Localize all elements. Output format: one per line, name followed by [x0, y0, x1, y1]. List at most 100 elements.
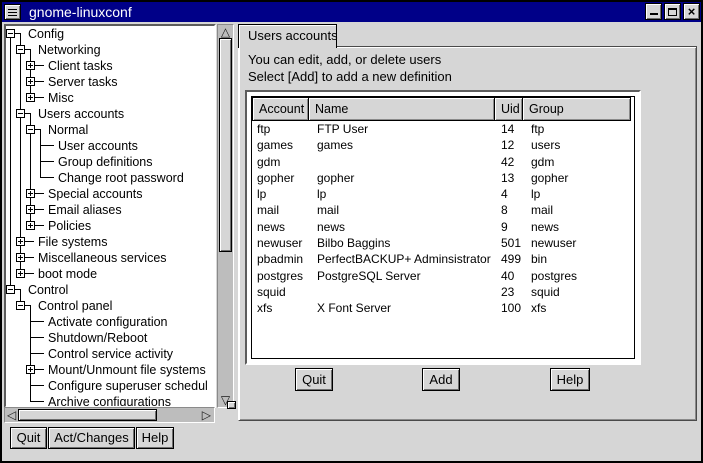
- panel-quit-button[interactable]: Quit: [295, 368, 333, 391]
- tree-item[interactable]: Miscellaneous services: [6, 250, 214, 266]
- tree-item[interactable]: Control: [6, 282, 214, 298]
- main-help-button[interactable]: Help: [136, 427, 174, 449]
- tree-item[interactable]: Shutdown/Reboot: [6, 330, 214, 346]
- table-row[interactable]: squid23squid: [252, 284, 634, 300]
- expander-plus-bar: [20, 271, 21, 276]
- scroll-up-icon[interactable]: △: [218, 26, 233, 38]
- tree-item[interactable]: Control panel: [6, 298, 214, 314]
- tree-collapse-icon[interactable]: [6, 285, 15, 294]
- tree-item[interactable]: Networking: [6, 42, 214, 58]
- tree-collapse-icon[interactable]: [16, 45, 25, 54]
- tree-expand-icon[interactable]: [26, 77, 35, 86]
- table-cell: [309, 284, 496, 300]
- table-row[interactable]: ftpFTP User14ftp: [252, 121, 634, 137]
- horizontal-scrollbar-thumb[interactable]: [18, 409, 157, 421]
- tree-expand-icon[interactable]: [26, 189, 35, 198]
- tree-collapse-icon[interactable]: [16, 301, 25, 310]
- tree-item[interactable]: Mount/Unmount file systems: [6, 362, 214, 378]
- window-menu-button[interactable]: [4, 4, 21, 20]
- tree-horizontal-scrollbar[interactable]: ◁ ▷: [4, 407, 215, 423]
- tree-item[interactable]: Configure superuser schedul: [6, 378, 214, 394]
- tree-item[interactable]: User accounts: [6, 138, 214, 154]
- tree-expand-icon[interactable]: [26, 365, 35, 374]
- tree-expand-icon[interactable]: [16, 269, 25, 278]
- minimize-button[interactable]: [645, 3, 662, 20]
- table-cell: 9: [496, 219, 525, 235]
- tree-connector-line: [20, 122, 21, 138]
- tree-item[interactable]: File systems: [6, 234, 214, 250]
- column-header-name[interactable]: Name: [308, 97, 495, 121]
- panel-add-button[interactable]: Add: [422, 368, 460, 391]
- tree-item[interactable]: Normal: [6, 122, 214, 138]
- tree-expand-icon[interactable]: [26, 205, 35, 214]
- tree-item[interactable]: Users accounts: [6, 106, 214, 122]
- column-header-group[interactable]: Group: [522, 97, 631, 121]
- tree: ConfigNetworkingClient tasksServer tasks…: [6, 26, 214, 406]
- tree-item[interactable]: Email aliases: [6, 202, 214, 218]
- tree-connector-line: [30, 322, 31, 330]
- paned-handle[interactable]: [227, 401, 236, 409]
- column-header-account[interactable]: Account: [252, 97, 309, 121]
- tree-expand-icon[interactable]: [16, 237, 25, 246]
- tree-collapse-icon[interactable]: [6, 29, 15, 38]
- tree-item[interactable]: Archive configurations: [6, 394, 214, 406]
- tree-expand-icon[interactable]: [26, 221, 35, 230]
- table-row[interactable]: pbadminPerfectBACKUP+ Adminsistrator499b…: [252, 251, 634, 267]
- tree-collapse-icon[interactable]: [26, 125, 35, 134]
- table-row[interactable]: gdm42gdm: [252, 154, 634, 170]
- tree-expand-icon[interactable]: [16, 253, 25, 262]
- close-icon: ×: [684, 4, 699, 19]
- tree-item[interactable]: Control service activity: [6, 346, 214, 362]
- tree-vertical-scrollbar[interactable]: △ ▽: [217, 24, 234, 408]
- tree-connector-line: [30, 385, 44, 386]
- vertical-scrollbar-thumb[interactable]: [219, 38, 232, 252]
- tree-connector-line: [20, 202, 21, 218]
- tree-item[interactable]: Special accounts: [6, 186, 214, 202]
- table-row[interactable]: xfsX Font Server100xfs: [252, 300, 634, 316]
- table-row[interactable]: gamesgames12users: [252, 137, 634, 153]
- scroll-right-icon[interactable]: ▷: [202, 409, 211, 421]
- tree-item[interactable]: Group definitions: [6, 154, 214, 170]
- act-changes-button[interactable]: Act/Changes: [48, 427, 135, 449]
- table-row[interactable]: gophergopher13gopher: [252, 170, 634, 186]
- tree-item[interactable]: Change root password: [6, 170, 214, 186]
- tree-expand-icon[interactable]: [26, 61, 35, 70]
- tree-connector-line: [10, 138, 11, 154]
- table-row[interactable]: newuserBilbo Baggins501newuser: [252, 235, 634, 251]
- tree-item-label: Change root password: [58, 170, 184, 186]
- table-cell: lp: [252, 186, 309, 202]
- tree-item[interactable]: Misc: [6, 90, 214, 106]
- tree-item[interactable]: Activate configuration: [6, 314, 214, 330]
- tree-item[interactable]: Client tasks: [6, 58, 214, 74]
- users-table: AccountNameUidGroup ftpFTP User14ftpgame…: [251, 96, 635, 359]
- table-row[interactable]: postgresPostgreSQL Server40postgres: [252, 268, 634, 284]
- tree-connector-line: [20, 170, 21, 186]
- maximize-button[interactable]: [664, 3, 681, 20]
- column-header-uid[interactable]: Uid: [494, 97, 523, 121]
- table-row[interactable]: mailmail8mail: [252, 202, 634, 218]
- table-row[interactable]: newsnews9news: [252, 219, 634, 235]
- tree-item[interactable]: Policies: [6, 218, 214, 234]
- tree-connector-line: [20, 58, 21, 74]
- tree-item-label: Shutdown/Reboot: [48, 330, 147, 346]
- tree-item-label: Networking: [38, 42, 101, 58]
- table-cell: news: [252, 219, 309, 235]
- tree-item-label: Policies: [48, 218, 91, 234]
- config-tree-panel: ConfigNetworkingClient tasksServer tasks…: [4, 24, 216, 408]
- panel-help-button[interactable]: Help: [550, 368, 590, 391]
- table-cell: 14: [496, 121, 525, 137]
- tree-item[interactable]: boot mode: [6, 266, 214, 282]
- tab-users-accounts[interactable]: Users accounts: [238, 24, 337, 48]
- tree-expand-icon[interactable]: [26, 93, 35, 102]
- main-quit-button[interactable]: Quit: [10, 427, 47, 449]
- tree-item[interactable]: Server tasks: [6, 74, 214, 90]
- expander-minus-bar: [8, 289, 13, 290]
- table-cell: 499: [496, 251, 525, 267]
- tree-collapse-icon[interactable]: [16, 109, 25, 118]
- tree-item[interactable]: Config: [6, 26, 214, 42]
- table-header-row: AccountNameUidGroup: [252, 97, 634, 121]
- close-button[interactable]: ×: [683, 3, 700, 20]
- table-row[interactable]: lplp4lp: [252, 186, 634, 202]
- expander-minus-bar: [18, 49, 23, 50]
- scroll-left-icon[interactable]: ◁: [7, 409, 16, 421]
